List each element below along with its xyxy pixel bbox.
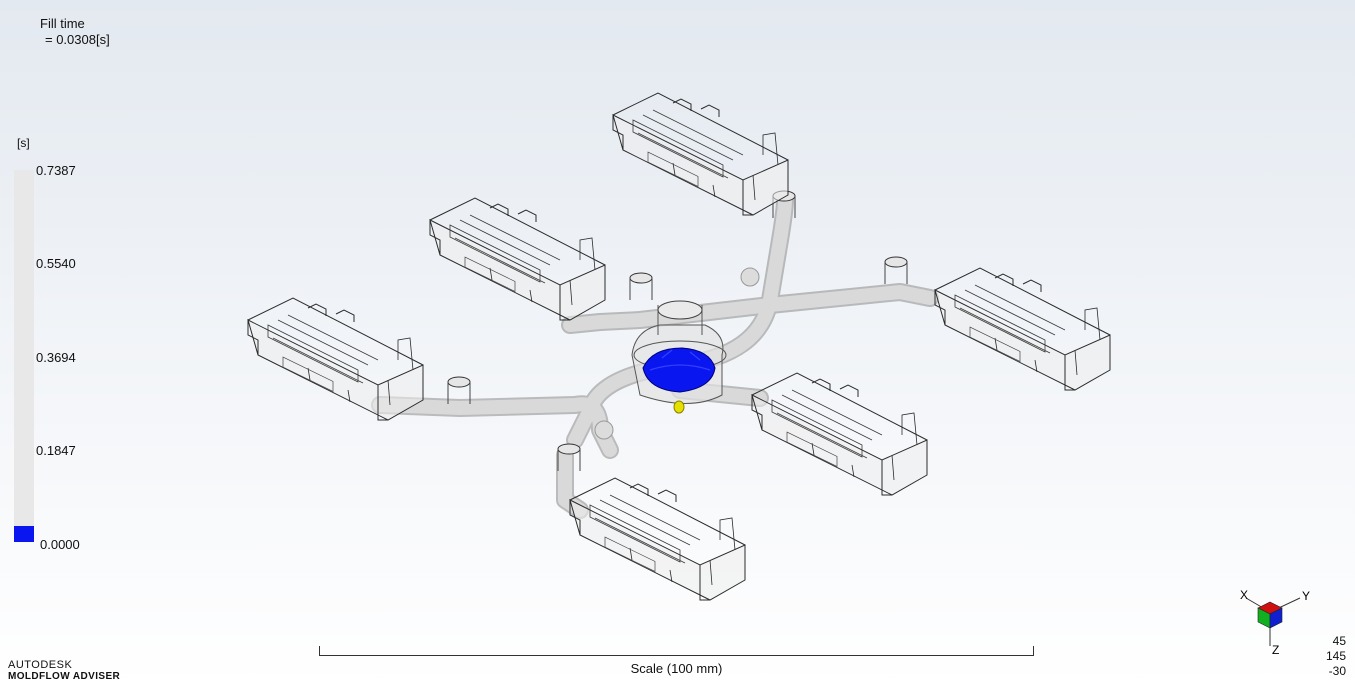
- brand-line-2: MOLDFLOW ADVISER: [8, 671, 121, 682]
- triad-z-label: Z: [1272, 643, 1279, 657]
- triad-x-label: X: [1240, 588, 1248, 602]
- view-angles: 45 145 -30: [1326, 634, 1346, 679]
- view-angle-c: -30: [1328, 664, 1346, 678]
- scale-label: Scale (100 mm): [630, 661, 723, 676]
- triad-y-label: Y: [1302, 589, 1310, 603]
- model-viewport[interactable]: [0, 0, 1355, 640]
- view-angle-a: 45: [1332, 634, 1346, 648]
- brand-logo: AUTODESK MOLDFLOW ADVISER: [8, 659, 120, 683]
- brand-line-1: AUTODESK: [8, 659, 73, 671]
- view-angle-b: 145: [1325, 649, 1346, 663]
- view-cube-icon[interactable]: [1257, 601, 1283, 629]
- orientation-triad[interactable]: X Y Z: [1228, 584, 1318, 659]
- scale-bar: [319, 646, 1034, 656]
